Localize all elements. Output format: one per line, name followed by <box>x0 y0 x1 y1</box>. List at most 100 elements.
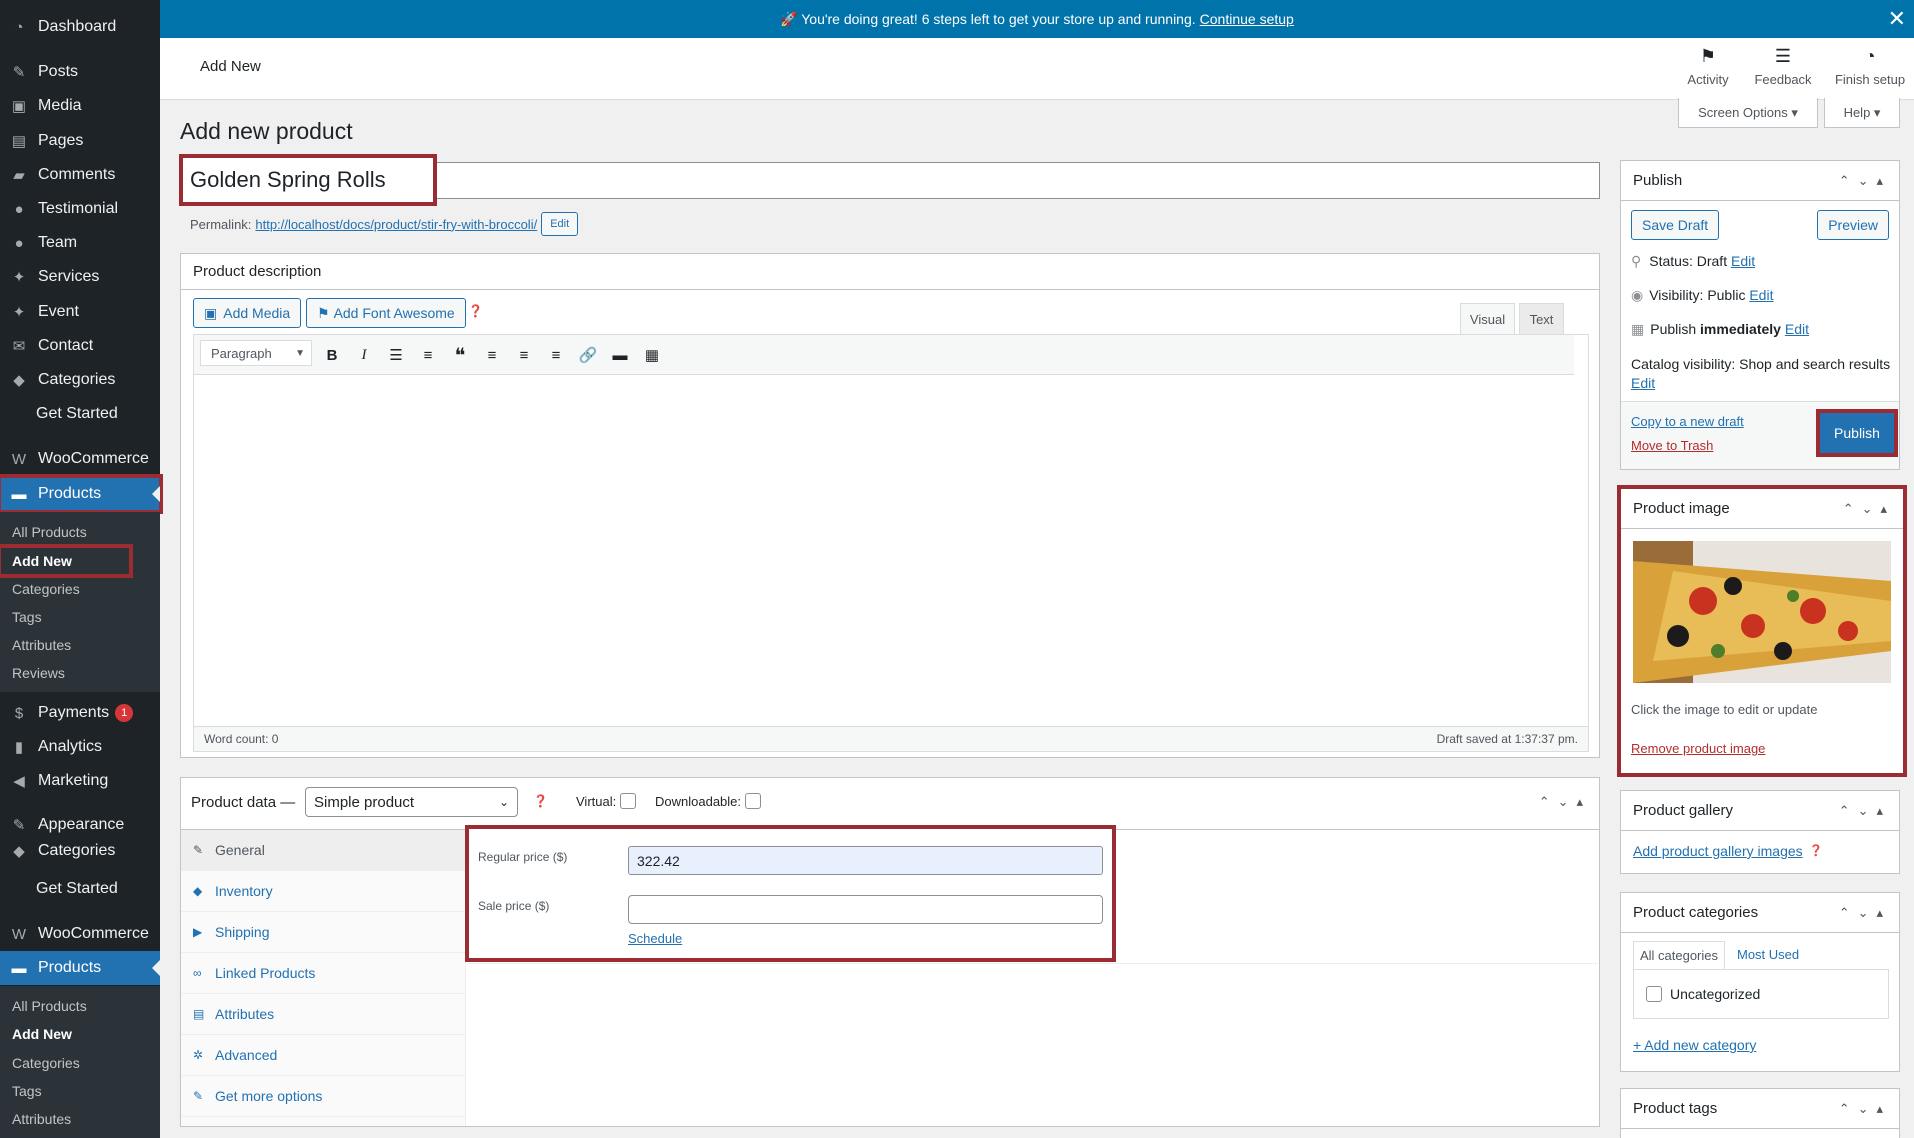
submenu-attributes[interactable]: Attributes <box>0 631 160 659</box>
product-name-value[interactable]: Golden Spring Rolls <box>179 154 437 206</box>
submenu-reviews[interactable]: Reviews <box>0 659 160 687</box>
add-gallery-images-link[interactable]: Add product gallery images <box>1633 843 1803 859</box>
product-type-select[interactable]: Simple product ⌄ <box>305 787 518 817</box>
box-controls[interactable]: ⌃⌄▴ <box>1843 501 1895 517</box>
product-image[interactable] <box>1633 541 1891 683</box>
catalog-visibility-edit-link[interactable]: Edit <box>1631 375 1655 391</box>
preview-button[interactable]: Preview <box>1817 210 1889 240</box>
menu-testimonial[interactable]: ● Testimonial <box>0 192 160 226</box>
submenu-tags[interactable]: Tags <box>0 603 160 631</box>
move-trash-link[interactable]: Move to Trash <box>1631 438 1713 453</box>
bold-icon[interactable]: B <box>318 340 346 370</box>
downloadable-checkbox[interactable] <box>745 793 762 809</box>
tab-visual[interactable]: Visual <box>1460 303 1515 334</box>
submenu-all-products[interactable]: All Products <box>0 518 160 546</box>
link-icon[interactable]: 🔗 <box>574 340 602 370</box>
quote-icon[interactable]: ❝ <box>446 340 474 370</box>
menu-appearance[interactable]: ✎ Appearance <box>0 808 160 842</box>
permalink-edit-button[interactable]: Edit <box>541 212 579 236</box>
tab-all-categories[interactable]: All categories <box>1633 941 1725 969</box>
align-center-icon[interactable]: ≡ <box>510 340 538 370</box>
box-controls[interactable]: ⌃⌄▴ <box>1539 794 1591 810</box>
menu-marketing[interactable]: ◀ Marketing <box>0 764 160 798</box>
remove-product-image-link[interactable]: Remove product image <box>1631 741 1765 756</box>
menu-products[interactable]: ▬ Products <box>0 474 163 514</box>
feedback-button[interactable]: ☰ Feedback <box>1750 46 1816 87</box>
menu-categories-clipped[interactable]: ◆ Categories <box>0 842 160 860</box>
format-select[interactable]: Paragraph ▼ <box>200 340 312 366</box>
tab-general[interactable]: ✎ General <box>181 830 466 871</box>
tab-most-used[interactable]: Most Used <box>1737 947 1799 962</box>
downloadable-checkbox-label[interactable]: Downloadable: <box>655 793 762 809</box>
schedule-edit-link[interactable]: Edit <box>1785 321 1809 337</box>
help-icon[interactable]: ❓ <box>533 794 548 808</box>
save-draft-button[interactable]: Save Draft <box>1631 210 1720 240</box>
permalink-link[interactable]: http://localhost/docs/product/stir-fry-w… <box>255 217 537 232</box>
box-controls[interactable]: ⌃⌄▴ <box>1839 803 1891 819</box>
submenu2-add-new[interactable]: Add New <box>0 1020 160 1048</box>
menu-services[interactable]: ✦ Services <box>0 260 160 294</box>
schedule-link[interactable]: Schedule <box>628 931 682 946</box>
submenu2-all-products[interactable]: All Products <box>0 992 160 1020</box>
editor-area[interactable]: Paragraph ▼ B I ☰ ≡ ❝ ≡ ≡ ≡ 🔗 ▬ ▦ Word co… <box>193 334 1589 752</box>
menu-pages[interactable]: ▤ Pages <box>0 124 160 158</box>
tab-inventory[interactable]: ◆ Inventory <box>181 871 466 912</box>
uncategorized-checkbox[interactable] <box>1646 986 1662 1002</box>
tab-text[interactable]: Text <box>1519 303 1564 334</box>
menu-payments[interactable]: $ Payments 1 <box>0 696 160 730</box>
menu-products-2[interactable]: ▬ Products <box>0 951 160 985</box>
status-edit-link[interactable]: Edit <box>1731 253 1755 269</box>
tab-advanced[interactable]: ✲ Advanced <box>181 1035 466 1076</box>
submenu2-attributes[interactable]: Attributes <box>0 1105 160 1133</box>
help-icon[interactable]: ❓ <box>468 304 483 318</box>
menu-categories[interactable]: ◆ Categories <box>0 363 160 397</box>
submenu-categories[interactable]: Categories <box>0 575 160 603</box>
menu-posts[interactable]: ✎ Posts <box>0 55 160 89</box>
add-font-awesome-button[interactable]: ⚑ Add Font Awesome <box>306 298 466 328</box>
toolbar-toggle-icon[interactable]: ▦ <box>638 340 666 370</box>
sale-price-input[interactable] <box>628 895 1103 924</box>
menu-media[interactable]: ▣ Media <box>0 89 160 123</box>
regular-price-input[interactable]: 322.42 <box>628 846 1103 875</box>
menu-get-started-2[interactable]: Get Started <box>0 872 160 906</box>
menu-comments[interactable]: ▰ Comments <box>0 158 160 192</box>
box-controls[interactable]: ⌃⌄▴ <box>1839 173 1891 189</box>
menu-contact[interactable]: ✉ Contact <box>0 329 160 363</box>
visibility-edit-link[interactable]: Edit <box>1749 287 1773 303</box>
menu-event[interactable]: ✦ Event <box>0 295 160 329</box>
help-button[interactable]: Help ▾ <box>1824 98 1900 128</box>
box-controls[interactable]: ⌃⌄▴ <box>1839 1101 1891 1117</box>
align-right-icon[interactable]: ≡ <box>542 340 570 370</box>
close-icon[interactable]: ✕ <box>1888 6 1906 32</box>
virtual-checkbox[interactable] <box>620 793 637 809</box>
tab-linked-products[interactable]: ∞ Linked Products <box>181 953 466 994</box>
activity-button[interactable]: ⚑ Activity <box>1675 46 1741 87</box>
help-icon[interactable]: ❓ <box>1809 844 1823 857</box>
italic-icon[interactable]: I <box>350 340 378 370</box>
add-new-category-link[interactable]: + Add new category <box>1633 1037 1756 1053</box>
submenu2-categories[interactable]: Categories <box>0 1049 160 1077</box>
tab-get-more-options[interactable]: ✎ Get more options <box>181 1076 466 1117</box>
menu-woocommerce-2[interactable]: W WooCommerce <box>0 917 160 951</box>
align-left-icon[interactable]: ≡ <box>478 340 506 370</box>
menu-dashboard[interactable]: ◔ Dashboard <box>0 10 160 44</box>
finish-setup-button[interactable]: ◔ Finish setup <box>1830 46 1910 87</box>
virtual-checkbox-label[interactable]: Virtual: <box>576 793 637 809</box>
publish-button[interactable]: Publish <box>1816 409 1898 457</box>
bullet-list-icon[interactable]: ☰ <box>382 340 410 370</box>
add-media-button[interactable]: ▣ Add Media <box>193 298 302 328</box>
tab-attributes[interactable]: ▤ Attributes <box>181 994 466 1035</box>
box-controls[interactable]: ⌃⌄▴ <box>1839 905 1891 921</box>
screen-options-button[interactable]: Screen Options ▾ <box>1678 98 1818 128</box>
numbered-list-icon[interactable]: ≡ <box>414 340 442 370</box>
tab-shipping[interactable]: ▶ Shipping <box>181 912 466 953</box>
continue-setup-link[interactable]: Continue setup <box>1200 11 1294 27</box>
menu-get-started[interactable]: Get Started <box>0 397 160 431</box>
menu-woocommerce[interactable]: W WooCommerce <box>0 442 160 476</box>
read-more-icon[interactable]: ▬ <box>606 340 634 370</box>
menu-analytics[interactable]: ▮ Analytics <box>0 730 160 764</box>
submenu2-tags[interactable]: Tags <box>0 1077 160 1105</box>
menu-team[interactable]: ● Team <box>0 226 160 260</box>
submenu-add-new[interactable]: Add New <box>0 544 133 578</box>
copy-draft-link[interactable]: Copy to a new draft <box>1631 414 1744 429</box>
